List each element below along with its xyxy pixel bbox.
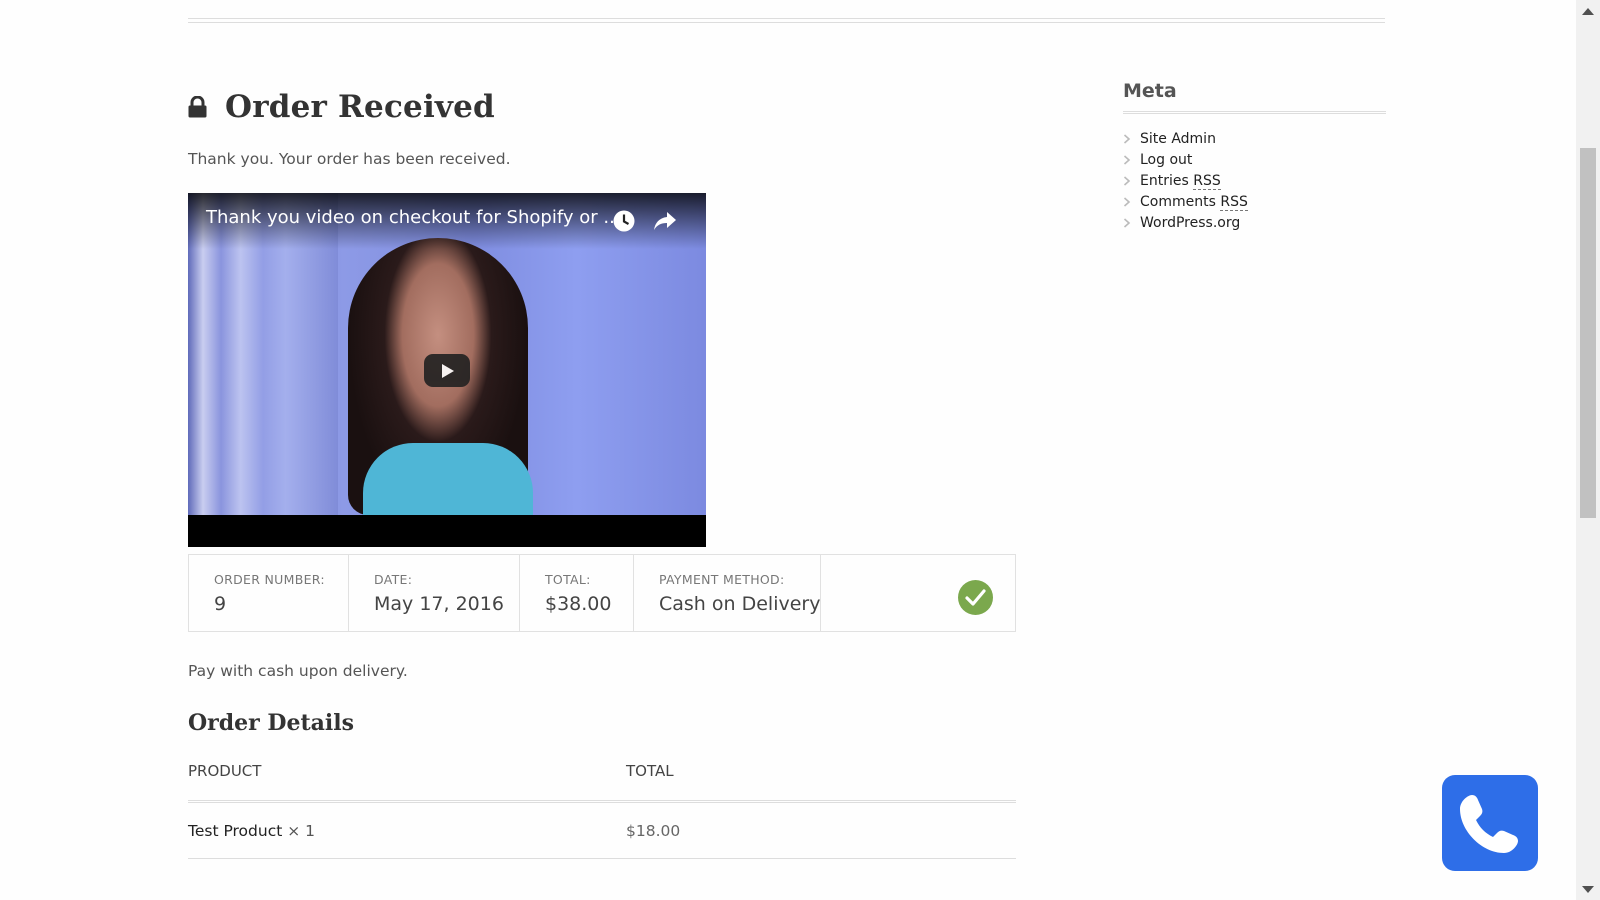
lock-icon — [188, 96, 207, 118]
meta-widget-title: Meta — [1123, 80, 1386, 114]
meta-item-log-out[interactable]: Log out — [1123, 149, 1386, 170]
column-header-total: TOTAL — [626, 762, 674, 780]
chevron-right-icon — [1123, 154, 1131, 165]
total-value: $38.00 — [545, 593, 612, 615]
video-embed[interactable]: Thank you video on checkout for Shopify … — [188, 193, 706, 547]
payment-method-label: PAYMENT METHOD: — [659, 572, 785, 587]
meta-item-label[interactable]: Site Admin — [1140, 131, 1216, 147]
scrollbar-thumb[interactable] — [1580, 148, 1596, 518]
chevron-right-icon — [1123, 175, 1131, 186]
date-label: DATE: — [374, 572, 413, 587]
order-details-title: Order Details — [188, 710, 354, 736]
page-title: Order Received — [225, 89, 495, 125]
play-icon[interactable] — [424, 354, 470, 387]
meta-item-wordpress-org[interactable]: WordPress.org — [1123, 212, 1386, 233]
payment-method-cell: PAYMENT METHOD: Cash on Delivery — [634, 555, 822, 631]
vertical-scrollbar[interactable] — [1576, 0, 1600, 900]
total-label: TOTAL: — [545, 572, 591, 587]
date-value: May 17, 2016 — [374, 593, 504, 615]
rss-abbr: RSS — [1193, 172, 1221, 190]
order-overview: ORDER NUMBER: 9 DATE: May 17, 2016 TOTAL… — [188, 554, 1016, 632]
rss-abbr: RSS — [1220, 193, 1248, 211]
title-row: Order Received — [188, 85, 1018, 129]
scroll-down-icon[interactable] — [1582, 886, 1594, 893]
payment-note: Pay with cash upon delivery. — [188, 662, 408, 680]
payment-method-value: Cash on Delivery — [659, 593, 821, 615]
meta-item-entries-rss[interactable]: Entries RSS — [1123, 170, 1386, 191]
phone-icon — [1460, 795, 1518, 853]
main-content: Order Received Thank you. Your order has… — [188, 85, 1018, 859]
date-cell: DATE: May 17, 2016 — [349, 555, 520, 631]
table-header: PRODUCT TOTAL — [188, 760, 1016, 803]
order-number-cell: ORDER NUMBER: 9 — [189, 555, 349, 631]
meta-item-site-admin[interactable]: Site Admin — [1123, 128, 1386, 149]
product-total: $18.00 — [626, 821, 681, 840]
table-row: Test Product × 1 $18.00 — [188, 803, 1016, 859]
chevron-right-icon — [1123, 133, 1131, 144]
meta-item-label[interactable]: WordPress.org — [1140, 215, 1240, 231]
thank-you-message: Thank you. Your order has been received. — [188, 150, 511, 168]
product-quantity: × 1 — [287, 821, 316, 840]
scroll-up-icon[interactable] — [1582, 8, 1594, 15]
meta-item-label[interactable]: Log out — [1140, 152, 1192, 168]
chevron-right-icon — [1123, 217, 1131, 228]
clock-icon[interactable] — [612, 209, 636, 233]
meta-item-label[interactable]: Entries RSS — [1140, 172, 1221, 190]
meta-list: Site Admin Log out Entries RSS Comments … — [1123, 128, 1386, 233]
phone-call-button[interactable] — [1442, 775, 1538, 871]
order-details-table: PRODUCT TOTAL Test Product × 1 $18.00 — [188, 760, 1016, 859]
total-cell: TOTAL: $38.00 — [520, 555, 634, 631]
order-number-value: 9 — [214, 593, 227, 615]
product-name[interactable]: Test Product — [188, 822, 282, 840]
meta-item-label[interactable]: Comments RSS — [1140, 193, 1248, 211]
check-icon — [958, 580, 993, 615]
header-divider — [188, 18, 1385, 23]
chevron-right-icon — [1123, 196, 1131, 207]
share-icon[interactable] — [652, 209, 678, 233]
order-number-label: ORDER NUMBER: — [214, 572, 325, 587]
meta-item-comments-rss[interactable]: Comments RSS — [1123, 191, 1386, 212]
video-title[interactable]: Thank you video on checkout for Shopify … — [206, 207, 621, 228]
sidebar: Meta Site Admin Log out Entries RSS Comm… — [1123, 80, 1386, 233]
column-header-product: PRODUCT — [188, 762, 262, 780]
